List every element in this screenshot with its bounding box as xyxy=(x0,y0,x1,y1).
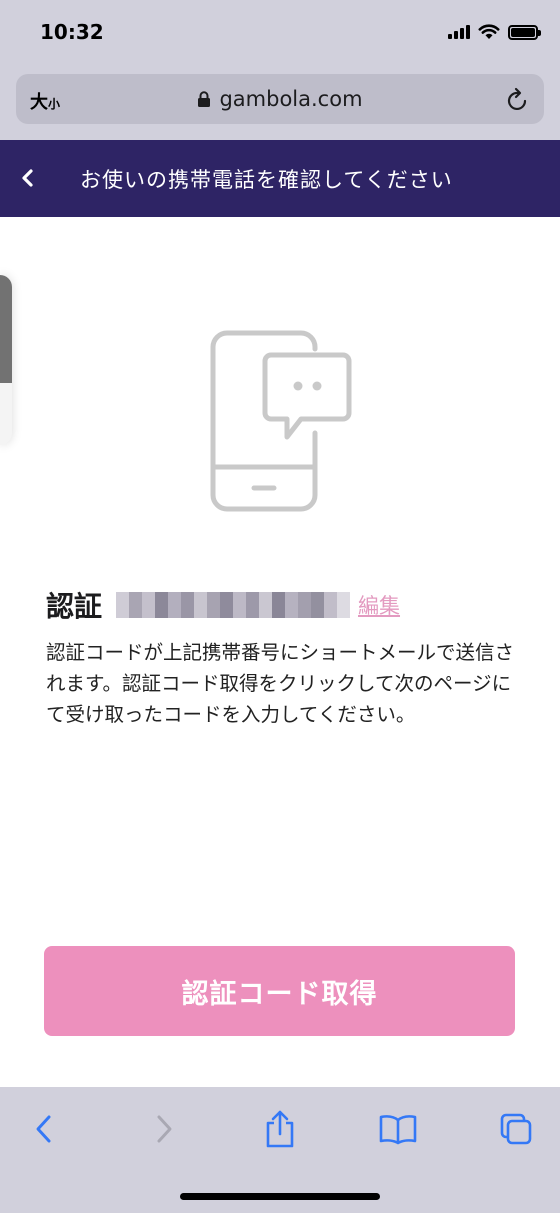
status-icons xyxy=(448,24,541,40)
page-title: お使いの携帯電話を確認してください xyxy=(80,168,453,192)
side-drawer-handle[interactable] xyxy=(0,275,12,445)
browser-forward-button[interactable] xyxy=(144,1109,184,1149)
masked-phone-number xyxy=(116,592,351,618)
tabs-icon xyxy=(500,1113,532,1145)
share-button[interactable] xyxy=(260,1109,300,1149)
instruction-text: 認証コードが上記携帯番号にショートメールで送信されます。認証コード取得をクリック… xyxy=(46,641,515,726)
home-indicator xyxy=(180,1193,380,1200)
battery-icon xyxy=(508,24,541,40)
chevron-left-icon xyxy=(36,1115,51,1143)
chevron-right-icon xyxy=(157,1115,172,1143)
page-header: お使いの携帯電話を確認してください xyxy=(0,140,560,217)
lock-icon xyxy=(198,91,211,107)
bookmarks-icon xyxy=(379,1115,417,1145)
address-bar[interactable]: 大小 gambola.com xyxy=(16,74,544,124)
share-icon xyxy=(266,1110,294,1148)
chevron-left-icon xyxy=(22,169,33,187)
browser-address-area: 大小 gambola.com xyxy=(0,68,560,140)
status-bar: 10:32 xyxy=(0,0,560,68)
browser-toolbar xyxy=(0,1087,560,1213)
status-time: 10:32 xyxy=(40,20,104,44)
get-verification-code-button[interactable]: 認証コード取得 xyxy=(44,946,515,1036)
cellular-signal-icon xyxy=(448,25,470,39)
wifi-icon xyxy=(478,24,500,39)
url-display[interactable]: gambola.com xyxy=(16,87,544,111)
reload-icon[interactable] xyxy=(506,86,530,112)
tabs-button[interactable] xyxy=(496,1109,536,1149)
main-content: 認証 編集 認証コードが上記携帯番号にショートメールで送信されます。認証コード取… xyxy=(0,217,560,1087)
back-button[interactable] xyxy=(16,164,38,192)
phone-message-icon xyxy=(210,330,352,512)
browser-back-button[interactable] xyxy=(24,1109,64,1149)
verification-row: 認証 編集 xyxy=(46,585,400,625)
verify-label: 認証 xyxy=(46,590,103,623)
edit-phone-link[interactable]: 編集 xyxy=(358,590,400,620)
bookmarks-button[interactable] xyxy=(378,1109,418,1149)
url-text: gambola.com xyxy=(219,87,363,111)
get-verification-code-label: 認証コード取得 xyxy=(181,978,378,1010)
